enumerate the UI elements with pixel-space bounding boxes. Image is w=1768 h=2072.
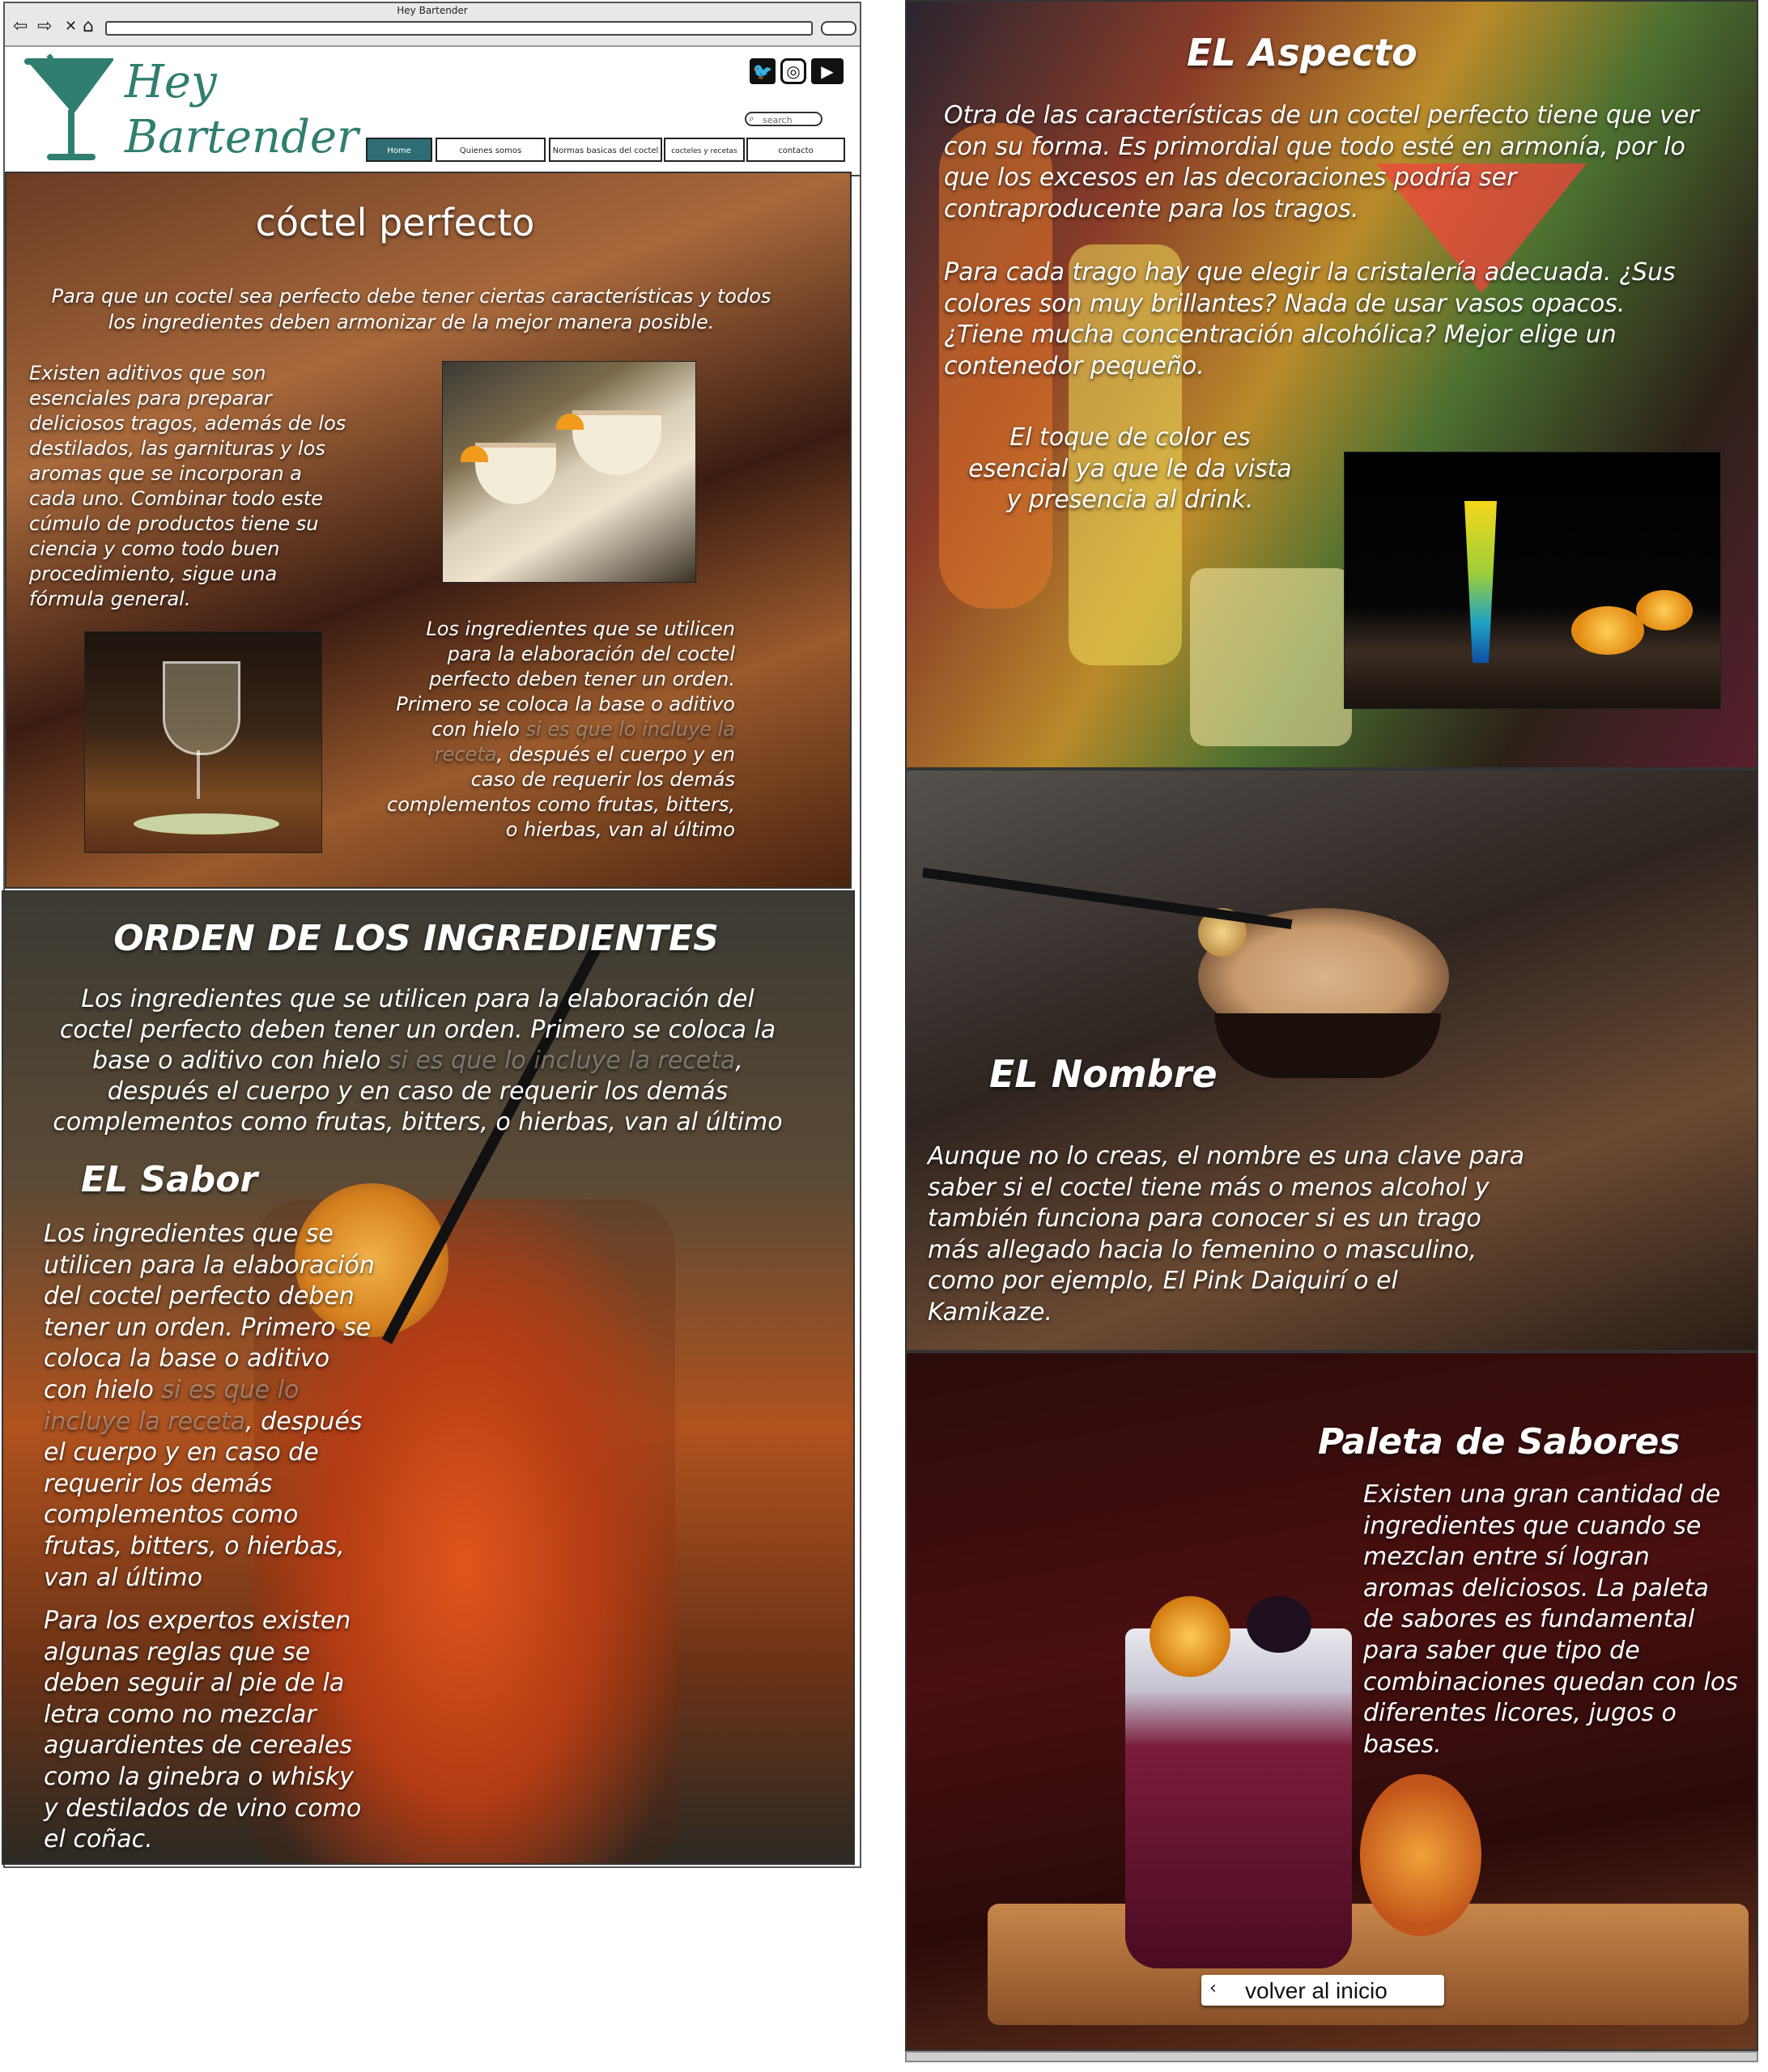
nav-tab-quienes-somos[interactable]: Quienes somos (436, 138, 546, 162)
instagram-icon[interactable]: ◎ (780, 58, 806, 84)
site-search-input[interactable]: search (745, 112, 822, 126)
sabor-text: Los ingredientes que se utilicen para la… (44, 1219, 376, 1594)
site-header: Hey Bartender 🐦 ◎ ▶ search ⌕ Home Quiene… (5, 47, 860, 176)
blackberry-garnish (1247, 1596, 1311, 1653)
search-icon: ⌕ (749, 113, 754, 124)
layered-cocktail-photo (1344, 452, 1721, 709)
section-orden-ingredientes: ORDEN DE LOS INGREDIENTES Los ingredient… (2, 890, 855, 1865)
browser-search-field[interactable] (821, 21, 856, 36)
orange-slice-garnish (1150, 1596, 1230, 1677)
margarita-photo (442, 361, 696, 583)
tweezers (922, 868, 1293, 929)
back-to-top-label: volver al inicio (1245, 1978, 1388, 2003)
nav-tab-cocteles[interactable]: cocteles y recetas (664, 138, 745, 162)
gin-tonic-photo (84, 631, 322, 853)
brand-line-2: Bartender (125, 111, 359, 163)
nombre-text: Aunque no lo creas, el nombre es una cla… (928, 1142, 1525, 1327)
nav-tab-contacto[interactable]: contacto (746, 138, 845, 162)
stop-icon[interactable]: ✕ (65, 18, 77, 35)
aspecto-p2: Para cada trago hay que elegir la crista… (944, 258, 1676, 380)
paleta-text: Existen una gran cantidad de ingrediente… (1363, 1480, 1738, 1759)
sabor-title: EL Sabor (81, 1159, 258, 1200)
coctel-order-text: Los ingredientes que se utilicen para la… (387, 617, 735, 843)
browser-toolbar: Hey Bartender ⇦ ⇨ ✕ ⌂ (5, 3, 860, 47)
berry-cocktail-glass (1125, 1628, 1352, 1968)
url-field[interactable] (105, 21, 813, 36)
chevron-left-icon: ‹ (1209, 1978, 1217, 1998)
coctel-title: cóctel perfecto (255, 201, 535, 244)
wooden-board (988, 1904, 1749, 2025)
section-paleta-sabores: Paleta de Sabores Existen una gran canti… (905, 1352, 1758, 2051)
forward-arrow-icon[interactable]: ⇨ (37, 16, 52, 36)
section-coctel-perfecto: cóctel perfecto Para que un coctel sea p… (5, 172, 852, 889)
espresso-martini-body (1214, 1013, 1441, 1078)
nombre-title: EL Nombre (989, 1052, 1218, 1096)
bottom-scrollbar[interactable] (905, 2051, 1758, 2062)
aspecto-p1: Otra de las características de un coctel… (944, 101, 1699, 223)
coctel-intro: Para que un coctel sea perfecto debe ten… (51, 285, 771, 333)
home-icon[interactable]: ⌂ (83, 16, 94, 36)
paleta-title: Paleta de Sabores (1318, 1421, 1681, 1463)
orden-title: ORDEN DE LOS INGREDIENTES (113, 918, 719, 959)
aspecto-p3: El toque de color es esencial ya que le … (968, 423, 1292, 514)
section-el-aspecto: EL Aspecto Otra de las características d… (905, 0, 1758, 769)
brand-logo-text[interactable]: Hey Bartender (125, 55, 359, 165)
coctel-additives-text: Existen aditivos que son esenciales para… (29, 362, 346, 610)
youtube-icon[interactable]: ▶ (811, 58, 844, 84)
orden-text-faded: si es que lo incluye la receta (388, 1047, 736, 1075)
martini-logo-icon[interactable] (24, 53, 113, 167)
section-el-nombre: EL Nombre Aunque no lo creas, el nombre … (905, 769, 1758, 1352)
twitter-icon[interactable]: 🐦 (750, 58, 776, 84)
nav-tab-home[interactable]: Home (366, 138, 432, 162)
back-arrow-icon[interactable]: ⇦ (13, 16, 28, 36)
orden-text: Los ingredientes que se utilicen para la… (45, 984, 790, 1138)
aspecto-title: EL Aspecto (1187, 31, 1417, 74)
lime-glass-shape (1190, 568, 1352, 746)
sabor-experts-text: Para los expertos existen algunas reglas… (44, 1607, 362, 1854)
nav-tab-normas[interactable]: Normas basicas del coctel (549, 138, 662, 162)
back-to-top-button[interactable]: ‹ volver al inicio (1201, 1975, 1444, 2006)
dried-orange-side (1360, 1774, 1481, 1936)
browser-title: Hey Bartender (397, 5, 468, 16)
brand-line-1: Hey (125, 56, 217, 108)
